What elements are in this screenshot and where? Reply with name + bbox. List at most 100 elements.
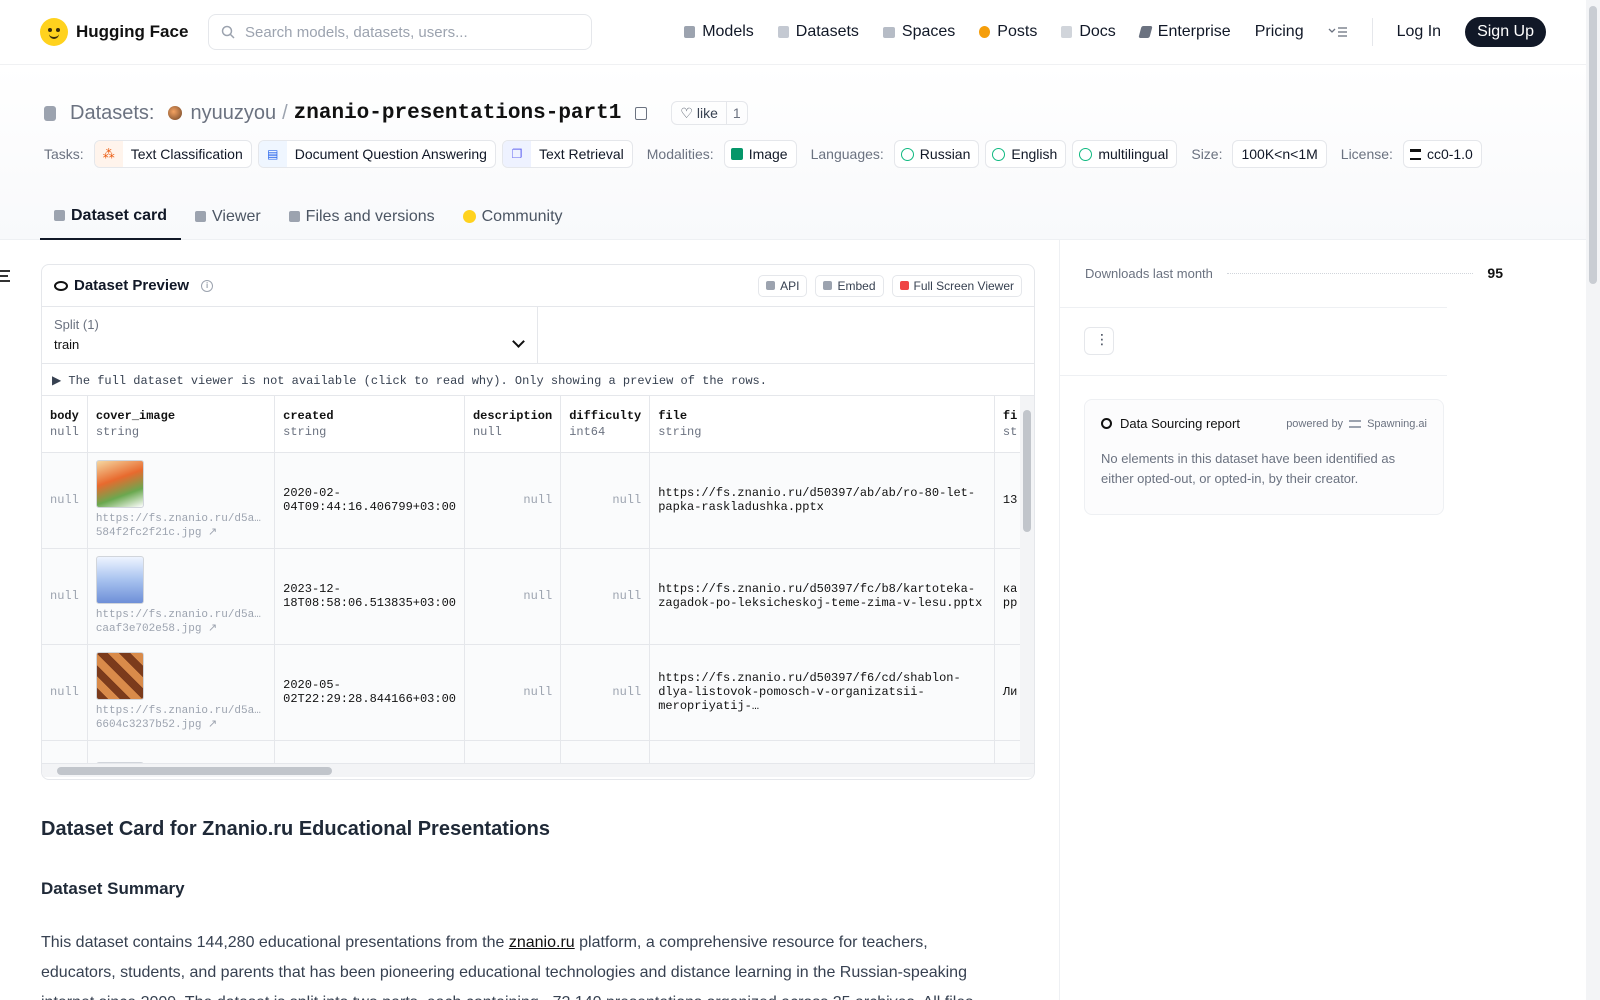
column-header[interactable]: file string bbox=[649, 396, 995, 453]
posts-icon bbox=[979, 26, 991, 38]
column-header[interactable]: description null bbox=[464, 396, 562, 453]
nav-models-label: Models bbox=[702, 23, 754, 40]
column-header[interactable]: difficulty int64 bbox=[560, 396, 651, 453]
tag-label: Text Classification bbox=[130, 146, 243, 162]
table-horizontal-scrollbar[interactable] bbox=[42, 763, 1034, 777]
cover-url-tail[interactable]: 6604c3237b52.jpg ↗ bbox=[96, 718, 266, 732]
nav-models[interactable]: Models bbox=[684, 23, 754, 41]
column-name: file bbox=[658, 408, 688, 423]
embed-button[interactable]: Embed bbox=[815, 274, 884, 297]
info-icon[interactable]: i bbox=[201, 279, 214, 292]
copy-icon[interactable] bbox=[635, 106, 648, 120]
more-options-button[interactable] bbox=[1084, 327, 1114, 355]
eye-icon bbox=[54, 280, 68, 291]
brand-link[interactable]: Hugging Face bbox=[40, 18, 204, 46]
embed-label: Embed bbox=[837, 278, 876, 293]
cell-body: null bbox=[42, 452, 88, 549]
nav-datasets[interactable]: Datasets bbox=[777, 23, 859, 41]
repo-type-label[interactable]: Datasets: bbox=[70, 102, 154, 125]
scrollbar-thumb[interactable] bbox=[1023, 410, 1031, 532]
cover-url[interactable]: https://fs.znanio.ru/d5a… bbox=[96, 608, 266, 622]
column-header[interactable]: created string bbox=[274, 396, 465, 453]
spawning-icon bbox=[1101, 418, 1112, 429]
tab-viewer[interactable]: Viewer bbox=[181, 193, 275, 240]
cover-thumbnail[interactable] bbox=[95, 460, 144, 508]
tag-license[interactable]: cc0-1.0 bbox=[1402, 140, 1482, 168]
tag-english[interactable]: English bbox=[985, 140, 1067, 168]
tag-label: cc0-1.0 bbox=[1426, 146, 1473, 162]
nav-enterprise[interactable]: Enterprise bbox=[1138, 23, 1231, 41]
scrollbar-thumb[interactable] bbox=[57, 767, 332, 775]
tag-multilingual[interactable]: multilingual bbox=[1072, 140, 1178, 168]
tag-text-classification[interactable]: ⁂ Text Classification bbox=[93, 140, 252, 168]
like-label: like bbox=[696, 105, 718, 121]
cell-body: null bbox=[42, 644, 88, 741]
dsr-body: No elements in this dataset have been id… bbox=[1101, 451, 1396, 486]
column-name: fi bbox=[1002, 408, 1018, 423]
nav-spaces[interactable]: Spaces bbox=[882, 23, 956, 41]
top-navbar: Hugging Face Models Datasets Spaces Post… bbox=[0, 0, 1586, 65]
nav-docs[interactable]: Docs bbox=[1061, 23, 1116, 41]
tag-document-qa[interactable]: ▤ Document Question Answering bbox=[257, 140, 496, 168]
repo-name[interactable]: znanio-presentations-part1 bbox=[294, 102, 622, 125]
cover-url-tail[interactable]: 584f2fc2f21c.jpg ↗ bbox=[96, 526, 266, 540]
powered-by[interactable]: powered by Spawning.ai bbox=[1286, 418, 1427, 430]
tab-label: Files and versions bbox=[305, 207, 435, 225]
tab-community[interactable]: Community bbox=[449, 193, 577, 240]
more-menu-icon[interactable] bbox=[1328, 25, 1348, 39]
cover-url-tail[interactable]: caaf3e702e58.jpg ↗ bbox=[96, 622, 266, 636]
cover-url[interactable]: https://fs.znanio.ru/d5a… bbox=[96, 704, 266, 718]
table-vertical-scrollbar[interactable] bbox=[1020, 396, 1034, 763]
tag-image[interactable]: Image bbox=[723, 140, 797, 168]
data-table: body null cover_image string created string… bbox=[42, 396, 1034, 777]
tag-text-retrieval[interactable]: ❐ Text Retrieval bbox=[501, 140, 633, 168]
like-button[interactable]: ♡ like 1 bbox=[671, 101, 748, 125]
login-link[interactable]: Log In bbox=[1397, 23, 1441, 41]
summary-text-start: This dataset contains 144,280 educationa… bbox=[41, 934, 509, 951]
right-sidebar: Downloads last month 95 Data Sourcing re… bbox=[1059, 240, 1586, 1000]
repo-owner[interactable]: nyuuzyou bbox=[190, 102, 276, 125]
document-qa-icon: ▤ bbox=[258, 141, 287, 167]
dsr-title: Data Sourcing report bbox=[1120, 416, 1240, 431]
table-row: null https://fs.znanio.ru/d5a… 584f2fc2f… bbox=[42, 452, 1034, 549]
search-box[interactable] bbox=[208, 14, 592, 50]
full-screen-viewer-button[interactable]: Full Screen Viewer bbox=[891, 274, 1022, 297]
cell-difficulty: null bbox=[560, 548, 651, 645]
like-count[interactable]: 1 bbox=[727, 105, 747, 121]
search-input[interactable] bbox=[245, 23, 565, 41]
powered-by-label: powered by bbox=[1286, 417, 1344, 430]
dsr-header: Data Sourcing report powered by Spawning.… bbox=[1101, 416, 1427, 431]
column-type: null bbox=[50, 424, 79, 439]
column-header[interactable]: body null bbox=[42, 396, 88, 453]
column-header[interactable]: cover_image string bbox=[87, 396, 276, 453]
nav-posts[interactable]: Posts bbox=[979, 23, 1037, 41]
tab-files-and-versions[interactable]: Files and versions bbox=[275, 193, 449, 240]
sidebar-toggle-icon[interactable] bbox=[0, 270, 10, 282]
api-button[interactable]: API bbox=[758, 274, 808, 297]
tab-dataset-card[interactable]: Dataset card bbox=[40, 193, 182, 240]
split-row: Split (1) train bbox=[42, 307, 1034, 364]
viewer-notice[interactable]: ▶ The full dataset viewer is not availab… bbox=[42, 364, 1034, 396]
nav-pricing[interactable]: Pricing bbox=[1255, 23, 1304, 41]
cell-description: null bbox=[464, 452, 562, 549]
table-row: null https://fs.znanio.ru/d5a… 6604c3237… bbox=[42, 644, 1034, 741]
tag-russian[interactable]: Russian bbox=[893, 140, 980, 168]
tag-size[interactable]: 100K<n<1M bbox=[1232, 140, 1327, 168]
column-name: description bbox=[472, 408, 553, 423]
cell-description: null bbox=[464, 548, 562, 645]
signup-button[interactable]: Sign Up bbox=[1465, 17, 1546, 47]
preview-header: Dataset Preview i API Embed Full Screen … bbox=[42, 265, 1034, 307]
table-icon bbox=[899, 281, 909, 290]
cover-url[interactable]: https://fs.znanio.ru/d5a… bbox=[96, 512, 266, 526]
nav-enterprise-label: Enterprise bbox=[1157, 23, 1231, 40]
tag-label: Image bbox=[748, 146, 788, 162]
cover-thumbnail[interactable] bbox=[95, 556, 144, 604]
page-vertical-scrollbar[interactable] bbox=[1586, 0, 1600, 1000]
znanio-link[interactable]: znanio.ru bbox=[509, 934, 575, 951]
split-select[interactable]: Split (1) train bbox=[42, 307, 538, 363]
cover-thumbnail[interactable] bbox=[95, 652, 144, 700]
nav-spaces-label: Spaces bbox=[901, 23, 956, 40]
main-nav: Models Datasets Spaces Posts Docs Enterp… bbox=[684, 17, 1546, 47]
scrollbar-thumb[interactable] bbox=[1589, 6, 1597, 284]
column-name: body bbox=[50, 408, 79, 423]
